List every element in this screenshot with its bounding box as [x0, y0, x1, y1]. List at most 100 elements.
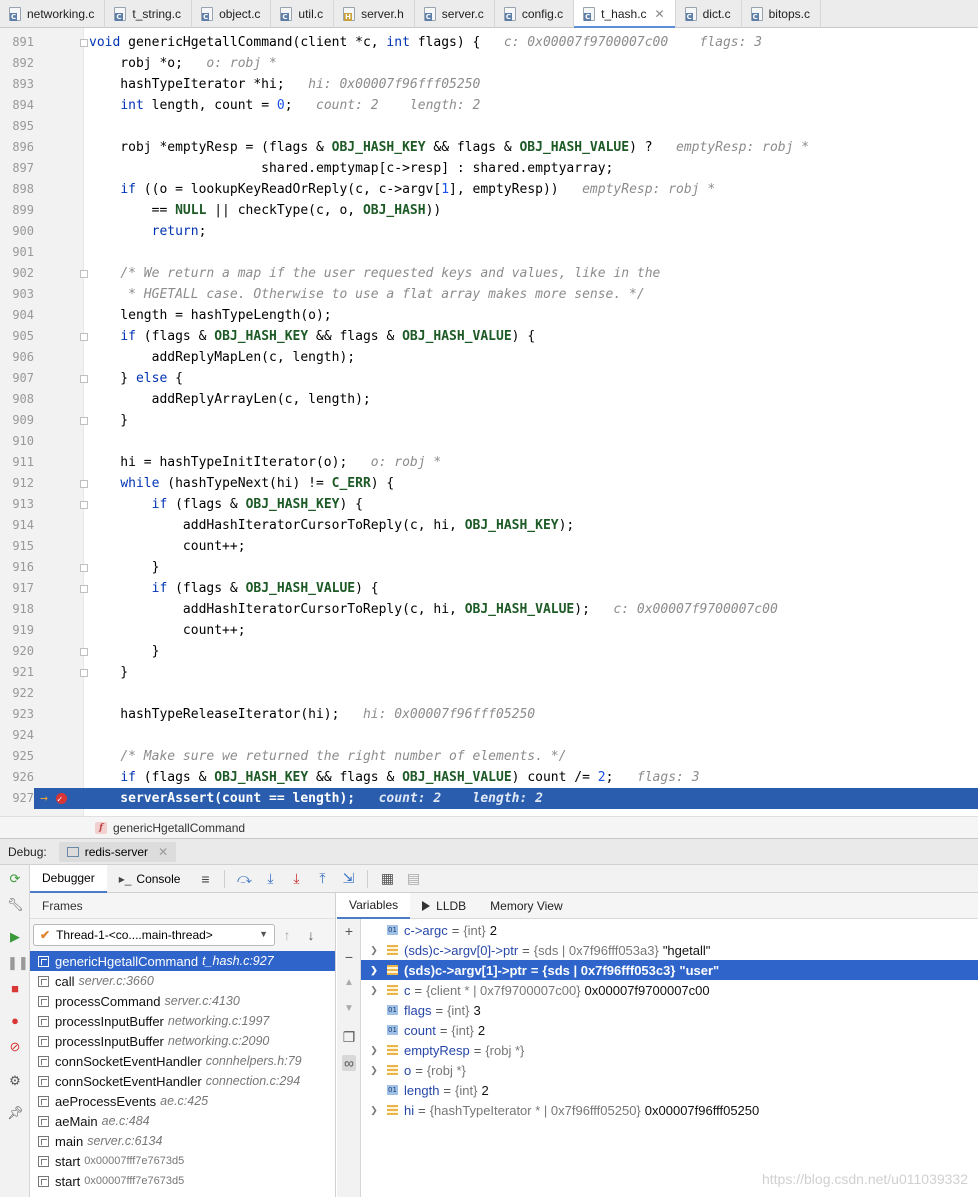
variable-row[interactable]: ❯ o = {robj *} — [361, 1060, 978, 1080]
settings-wrench-icon[interactable]: 🔧︎ — [7, 897, 24, 913]
code-line[interactable]: 926 if (flags & OBJ_HASH_KEY && flags & … — [0, 767, 978, 788]
breakpoint-icon[interactable] — [56, 790, 67, 811]
code-line[interactable]: 905 if (flags & OBJ_HASH_KEY && flags & … — [0, 326, 978, 347]
stop-icon[interactable]: ■ — [7, 981, 23, 997]
variable-row[interactable]: ❯ (sds)c->argv[0]->ptr = {sds | 0x7f96fff05… — [361, 940, 978, 960]
expand-chevron-icon[interactable]: ❯ — [361, 945, 387, 956]
remove-watch-icon[interactable]: − — [342, 949, 356, 965]
code-line[interactable]: 891 void genericHgetallCommand(client *c,… — [0, 32, 978, 53]
move-up-icon[interactable]: ▲ — [342, 977, 356, 988]
editor-tab[interactable]: Ct_string.c — [105, 0, 193, 28]
code-line[interactable]: 927 → serverAssert(count == length); coun… — [0, 788, 978, 811]
tab-variables[interactable]: Variables — [337, 892, 411, 919]
code-line[interactable]: 903 * HGETALL case. Otherwise to use a f… — [0, 284, 978, 305]
stack-frame[interactable]: start 0x00007fff7e7673d5 — [30, 1171, 335, 1191]
copy-icon[interactable]: ❐ — [342, 1029, 356, 1046]
step-over-icon[interactable]: ⤼ — [231, 868, 257, 890]
code-line[interactable]: 910 — [0, 431, 978, 452]
gear-icon[interactable]: ⚙ — [7, 1073, 23, 1089]
code-line[interactable]: 914 addHashIteratorCursorToReply(c, hi, … — [0, 515, 978, 536]
menu-lines-icon[interactable]: ≡ — [192, 868, 218, 890]
expand-chevron-icon[interactable]: ❯ — [361, 1065, 387, 1076]
code-line[interactable]: 892 robj *o; o: robj * — [0, 53, 978, 74]
code-line[interactable]: 895 — [0, 116, 978, 137]
editor-tab[interactable]: Cobject.c — [192, 0, 272, 28]
variable-row[interactable]: 01 c->argc = {int} 2 — [361, 920, 978, 940]
code-line[interactable]: 911 hi = hashTypeInitIterator(o); o: rob… — [0, 452, 978, 473]
expand-chevron-icon[interactable]: ❯ — [361, 985, 387, 996]
step-out-icon[interactable]: ⤒ — [309, 868, 335, 890]
code-line[interactable]: 925 /* Make sure we returned the right n… — [0, 746, 978, 767]
code-line[interactable]: 908 addReplyArrayLen(c, length); — [0, 389, 978, 410]
fold-marker-icon[interactable] — [80, 480, 88, 488]
code-line[interactable]: 898 if ((o = lookupKeyReadOrReply(c, c->… — [0, 179, 978, 200]
fold-marker-icon[interactable] — [80, 501, 88, 509]
frame-down-icon[interactable]: ↓ — [299, 927, 323, 943]
fold-marker-icon[interactable] — [80, 270, 88, 278]
close-icon[interactable]: ✕ — [158, 845, 168, 859]
thread-selector[interactable]: ✔ Thread-1-<co....main-thread> ▼ — [33, 924, 275, 946]
editor-tab[interactable]: Cutil.c — [271, 0, 335, 28]
code-line[interactable]: 899 == NULL || checkType(c, o, OBJ_HASH)… — [0, 200, 978, 221]
code-line[interactable]: 893 hashTypeIterator *hi; hi: 0x00007f96… — [0, 74, 978, 95]
code-line[interactable]: 917 if (flags & OBJ_HASH_VALUE) { — [0, 578, 978, 599]
editor-tab[interactable]: Cdict.c — [676, 0, 742, 28]
code-line[interactable]: 904 length = hashTypeLength(o); — [0, 305, 978, 326]
fold-marker-icon[interactable] — [80, 648, 88, 656]
editor-tab[interactable]: Cconfig.c — [495, 0, 575, 28]
view-breakpoints-icon[interactable]: ● — [7, 1013, 23, 1029]
code-line[interactable]: 901 — [0, 242, 978, 263]
tab-lldb[interactable]: LLDB — [410, 893, 478, 919]
stack-frame[interactable]: processInputBuffer networking.c:1997 — [30, 1011, 335, 1031]
editor-tab[interactable]: Cbitops.c — [742, 0, 821, 28]
trace-icon[interactable]: ▤ — [400, 868, 426, 890]
code-line[interactable]: 909 } — [0, 410, 978, 431]
frame-up-icon[interactable]: ↑ — [275, 927, 299, 943]
stack-frame[interactable]: call server.c:3660 — [30, 971, 335, 991]
add-watch-icon[interactable]: + — [342, 923, 356, 939]
code-line[interactable]: 894 int length, count = 0; count: 2 leng… — [0, 95, 978, 116]
code-editor[interactable]: 891 void genericHgetallCommand(client *c,… — [0, 28, 978, 816]
stack-frame[interactable]: main server.c:6134 — [30, 1131, 335, 1151]
fold-marker-icon[interactable] — [80, 375, 88, 383]
code-line[interactable]: 906 addReplyMapLen(c, length); — [0, 347, 978, 368]
stack-frame[interactable]: aeProcessEvents ae.c:425 — [30, 1091, 335, 1111]
close-icon[interactable]: ✕ — [655, 7, 665, 21]
pin-icon[interactable]: 📌︎ — [7, 1105, 24, 1121]
editor-tab[interactable]: Hserver.h — [334, 0, 415, 28]
code-line[interactable]: 900 return; — [0, 221, 978, 242]
rerun-icon[interactable]: ⟳ — [7, 871, 23, 887]
variable-row[interactable]: ❯ hi = {hashTypeIterator * | 0x7f96fff05250… — [361, 1100, 978, 1120]
run-to-cursor-icon[interactable]: ⇲ — [335, 868, 361, 890]
code-line[interactable]: 907 } else { — [0, 368, 978, 389]
pause-icon[interactable]: ❚❚ — [7, 955, 29, 971]
code-line[interactable]: 922 — [0, 683, 978, 704]
fold-marker-icon[interactable] — [80, 39, 88, 47]
code-line[interactable]: 921 } — [0, 662, 978, 683]
editor-tab[interactable]: Cserver.c — [415, 0, 495, 28]
fold-marker-icon[interactable] — [80, 417, 88, 425]
code-line[interactable]: 902 /* We return a map if the user reque… — [0, 263, 978, 284]
editor-tab[interactable]: Cnetworking.c — [0, 0, 106, 28]
variable-row[interactable]: 01 length = {int} 2 — [361, 1080, 978, 1100]
variable-row[interactable]: 01 flags = {int} 3 — [361, 1000, 978, 1020]
stack-frame[interactable]: connSocketEventHandler connhelpers.h:79 — [30, 1051, 335, 1071]
code-line[interactable]: 919 count++; — [0, 620, 978, 641]
code-line[interactable]: 912 while (hashTypeNext(hi) != C_ERR) { — [0, 473, 978, 494]
step-into-icon[interactable]: ⤓ — [257, 868, 283, 890]
tab-console[interactable]: ▸_ Console — [107, 865, 193, 893]
code-line[interactable]: 918 addHashIteratorCursorToReply(c, hi, … — [0, 599, 978, 620]
code-line[interactable]: 913 if (flags & OBJ_HASH_KEY) { — [0, 494, 978, 515]
stack-frame[interactable]: start 0x00007fff7e7673d5 — [30, 1151, 335, 1171]
debug-session-tab[interactable]: redis-server ✕ — [58, 841, 177, 862]
code-line[interactable]: 915 count++; — [0, 536, 978, 557]
stack-frame[interactable]: processCommand server.c:4130 — [30, 991, 335, 1011]
glasses-icon[interactable]: ∞ — [342, 1055, 356, 1071]
expand-chevron-icon[interactable]: ❯ — [361, 1105, 387, 1116]
fold-marker-icon[interactable] — [80, 585, 88, 593]
variable-row[interactable]: ❯ c = {client * | 0x7f9700007c00} 0x00007f97… — [361, 980, 978, 1000]
code-line[interactable]: 920 } — [0, 641, 978, 662]
fold-marker-icon[interactable] — [80, 564, 88, 572]
stack-frame[interactable]: processInputBuffer networking.c:2090 — [30, 1031, 335, 1051]
code-line[interactable]: 897 shared.emptymap[c->resp] : shared.em… — [0, 158, 978, 179]
